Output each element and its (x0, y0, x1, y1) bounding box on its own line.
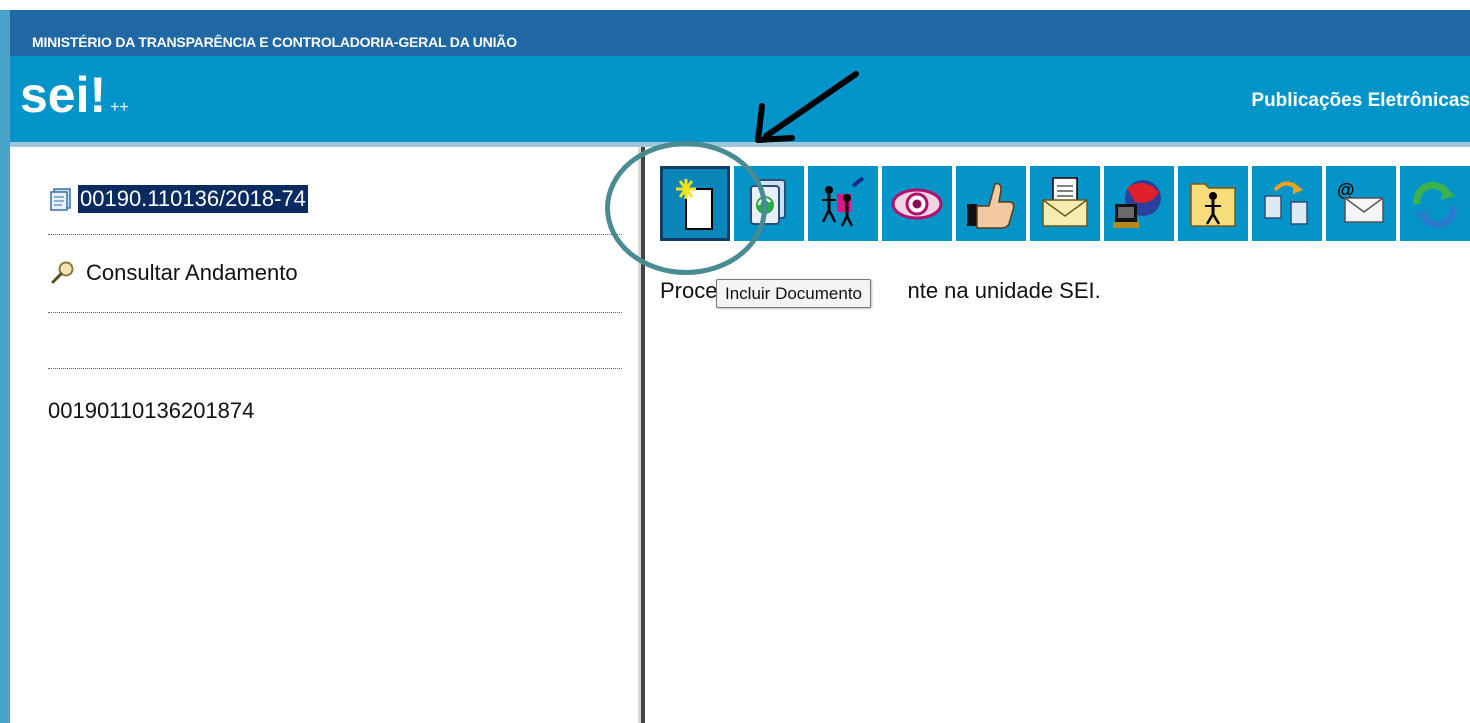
process-scroll-icon (50, 188, 71, 211)
email-icon: @ (1337, 180, 1384, 223)
view-button[interactable] (882, 166, 952, 241)
process-toolbar: @ (660, 166, 1470, 241)
refresh-icon (1413, 181, 1457, 229)
ministry-name: MINISTÉRIO DA TRANSPARÊNCIA E CONTROLADO… (32, 34, 517, 50)
logo-text: sei! (20, 67, 107, 123)
ministry-bar-top (10, 10, 1470, 26)
tree-separator (48, 368, 622, 369)
consult-progress-link[interactable]: Consultar Andamento (50, 260, 298, 286)
status-text-end: nte na unidade SEI. (907, 278, 1101, 303)
process-node[interactable]: 00190.110136/2018-74 (48, 185, 308, 213)
window-left-edge (0, 10, 10, 723)
consult-label: Consultar Andamento (86, 260, 298, 285)
sei-logo[interactable]: sei! ++ (20, 70, 129, 133)
annotation-arrow (755, 71, 859, 143)
tree-separator (48, 312, 622, 313)
send-document-icon (1042, 177, 1088, 227)
system-title[interactable]: Publicações Eletrônicas (1251, 90, 1470, 112)
move-documents-button[interactable] (1252, 166, 1322, 241)
ministry-bar: MINISTÉRIO DA TRANSPARÊNCIA E CONTROLADO… (10, 26, 1470, 56)
logo-suffix: ++ (110, 99, 129, 116)
assign-users-icon (821, 176, 865, 227)
tooltip: Incluir Documento (716, 279, 872, 308)
send-document-button[interactable] (1030, 166, 1100, 241)
refresh-button[interactable] (1400, 166, 1470, 241)
approve-button[interactable] (956, 166, 1026, 241)
process-barcode-text: 00190110136201874 (48, 398, 255, 423)
network-send-button[interactable] (1104, 166, 1174, 241)
thumbs-up-icon (967, 182, 1015, 229)
assign-users-button[interactable] (808, 166, 878, 241)
top-margin (0, 0, 1470, 10)
folder-person-icon (1190, 183, 1236, 227)
tree-separator (48, 234, 622, 235)
annotation-circle (605, 141, 767, 275)
process-number[interactable]: 00190.110136/2018-74 (78, 185, 308, 213)
status-text-start: Proce (660, 278, 718, 303)
assign-folder-button[interactable] (1178, 166, 1248, 241)
move-documents-icon (1264, 181, 1308, 225)
network-globe-icon (1113, 180, 1161, 228)
view-eye-icon (891, 188, 943, 220)
magnifier-icon (51, 261, 74, 284)
svg-text:@: @ (1337, 180, 1355, 200)
send-email-button[interactable]: @ (1326, 166, 1396, 241)
